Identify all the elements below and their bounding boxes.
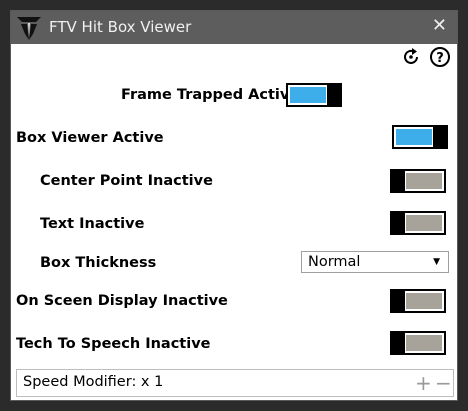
frame-trapped-toggle[interactable] [286, 83, 342, 107]
toggle-knob [392, 289, 405, 313]
title-bar[interactable]: FTV Hit Box Viewer ✕ [11, 11, 457, 44]
speed-modifier-text: Speed Modifier: x 1 [23, 374, 164, 390]
ftv-logo-icon [17, 17, 41, 40]
box-thickness-select[interactable]: Normal ▼ [301, 251, 449, 273]
toggle-fill [406, 173, 442, 189]
center-point-toggle[interactable] [390, 169, 446, 193]
chevron-down-icon: ▼ [433, 257, 440, 267]
osd-label: On Sceen Display Inactive [16, 293, 228, 309]
toggle-fill [406, 293, 442, 309]
toggle-knob [392, 169, 405, 193]
app-window: FTV Hit Box Viewer ✕ ? Frame Trapped Act… [10, 10, 458, 401]
refresh-icon[interactable] [400, 46, 422, 68]
text-label: Text Inactive [40, 216, 145, 232]
help-icon[interactable]: ? [429, 46, 451, 68]
toggle-knob [392, 331, 405, 355]
osd-toggle[interactable] [390, 289, 446, 313]
speed-increase-button[interactable]: + [415, 372, 432, 394]
speed-decrease-button[interactable]: − [435, 372, 452, 394]
toggle-fill [406, 335, 442, 351]
toggle-knob [327, 83, 340, 107]
tts-label: Tech To Speech Inactive [16, 336, 211, 352]
toggle-fill [290, 87, 326, 103]
toggle-fill [406, 215, 442, 231]
toggle-knob [392, 211, 405, 235]
toggle-fill [396, 129, 432, 145]
toggle-knob [433, 125, 446, 149]
tts-toggle[interactable] [390, 331, 446, 355]
box-viewer-label: Box Viewer Active [16, 130, 164, 146]
text-toggle[interactable] [390, 211, 446, 235]
box-viewer-toggle[interactable] [392, 125, 448, 149]
window-title: FTV Hit Box Viewer [49, 18, 192, 36]
center-point-label: Center Point Inactive [40, 173, 213, 189]
svg-text:?: ? [436, 51, 444, 66]
box-thickness-value: Normal [308, 254, 361, 270]
box-thickness-label: Box Thickness [40, 255, 157, 271]
frame-trapped-label: Frame Trapped Active [121, 87, 300, 103]
status-bar: Speed Modifier: x 1 + − [16, 369, 454, 397]
close-button[interactable]: ✕ [432, 16, 447, 36]
